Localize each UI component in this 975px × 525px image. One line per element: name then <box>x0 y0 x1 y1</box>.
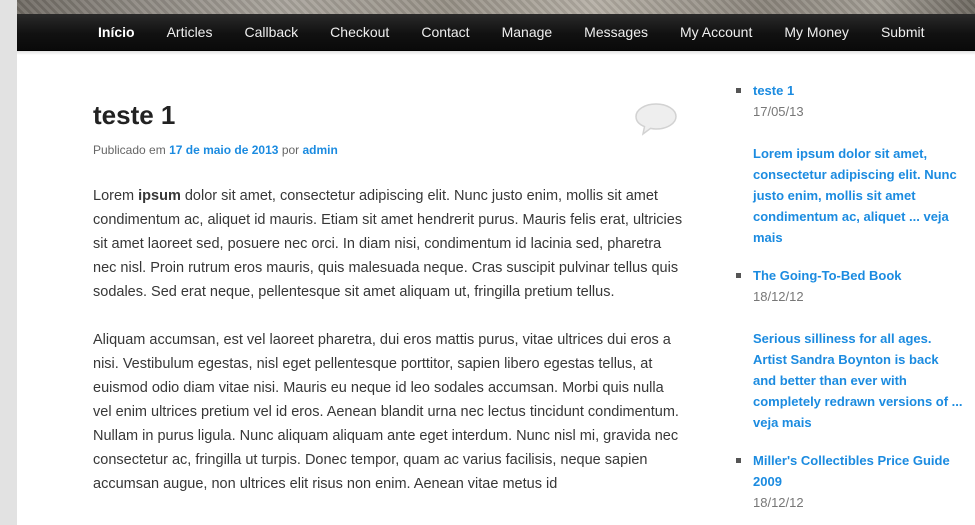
post-date-link[interactable]: 17 de maio de 2013 <box>169 143 278 157</box>
sidebar-recent-posts: teste 1 17/05/13 Lorem ipsum dolor sit a… <box>735 80 965 525</box>
recent-post-item: teste 1 17/05/13 Lorem ipsum dolor sit a… <box>735 80 965 248</box>
post-author-link[interactable]: admin <box>303 143 338 157</box>
recent-post-item: The Going-To-Bed Book 18/12/12 Serious s… <box>735 265 965 433</box>
list-bullet <box>736 88 741 93</box>
recent-post-title[interactable]: Miller's Collectibles Price Guide 2009 <box>753 450 965 492</box>
post-meta: Publicado em 17 de maio de 2013 por admi… <box>93 142 683 158</box>
post-article: teste 1 Publicado em 17 de maio de 2013 … <box>93 96 683 520</box>
nav-menu: Início Articles Callback Checkout Contac… <box>17 14 975 50</box>
post-meta-prefix: Publicado em <box>93 143 166 157</box>
recent-post-excerpt[interactable]: Lorem ipsum dolor sit amet, consectetur … <box>753 143 965 248</box>
recent-post-title[interactable]: teste 1 <box>753 80 965 101</box>
recent-post-date: 18/12/12 <box>753 495 804 510</box>
nav-shadow <box>17 51 975 55</box>
post-content: Lorem ipsum dolor sit amet, consectetur … <box>93 184 683 496</box>
nav-item-my-account[interactable]: My Account <box>664 17 768 47</box>
nav-item-submit[interactable]: Submit <box>865 17 941 47</box>
page: Início Articles Callback Checkout Contac… <box>17 0 975 525</box>
nav-item-contact[interactable]: Contact <box>405 17 485 47</box>
main-navigation: Início Articles Callback Checkout Contac… <box>17 14 975 51</box>
recent-posts-list: teste 1 17/05/13 Lorem ipsum dolor sit a… <box>735 80 965 513</box>
list-bullet <box>736 273 741 278</box>
list-bullet <box>736 458 741 463</box>
paragraph-1-lead: Lorem <box>93 188 139 204</box>
nav-item-manage[interactable]: Manage <box>486 17 569 47</box>
recent-post-excerpt[interactable]: Serious silliness for all ages. Artist S… <box>753 328 965 433</box>
recent-post-date: 17/05/13 <box>753 104 804 119</box>
nav-item-articles[interactable]: Articles <box>151 17 229 47</box>
post-paragraph-1: Lorem ipsum dolor sit amet, consectetur … <box>93 184 683 304</box>
recent-post-item: Miller's Collectibles Price Guide 2009 1… <box>735 450 965 513</box>
nav-item-inicio[interactable]: Início <box>82 17 151 47</box>
speech-bubble-icon[interactable] <box>634 102 678 136</box>
post-paragraph-2: Aliquam accumsan, est vel laoreet pharet… <box>93 332 679 492</box>
nav-item-my-money[interactable]: My Money <box>768 17 865 47</box>
recent-post-title[interactable]: The Going-To-Bed Book <box>753 265 965 286</box>
post-meta-by: por <box>281 143 300 157</box>
post-title[interactable]: teste 1 <box>93 96 683 134</box>
nav-item-callback[interactable]: Callback <box>228 17 314 47</box>
paragraph-1-rest: dolor sit amet, consectetur adipiscing e… <box>93 188 683 300</box>
recent-post-date: 18/12/12 <box>753 289 804 304</box>
paragraph-1-bold: ipsum <box>138 188 181 204</box>
header-image <box>17 0 975 14</box>
nav-item-checkout[interactable]: Checkout <box>314 17 405 47</box>
nav-item-messages[interactable]: Messages <box>568 17 664 47</box>
